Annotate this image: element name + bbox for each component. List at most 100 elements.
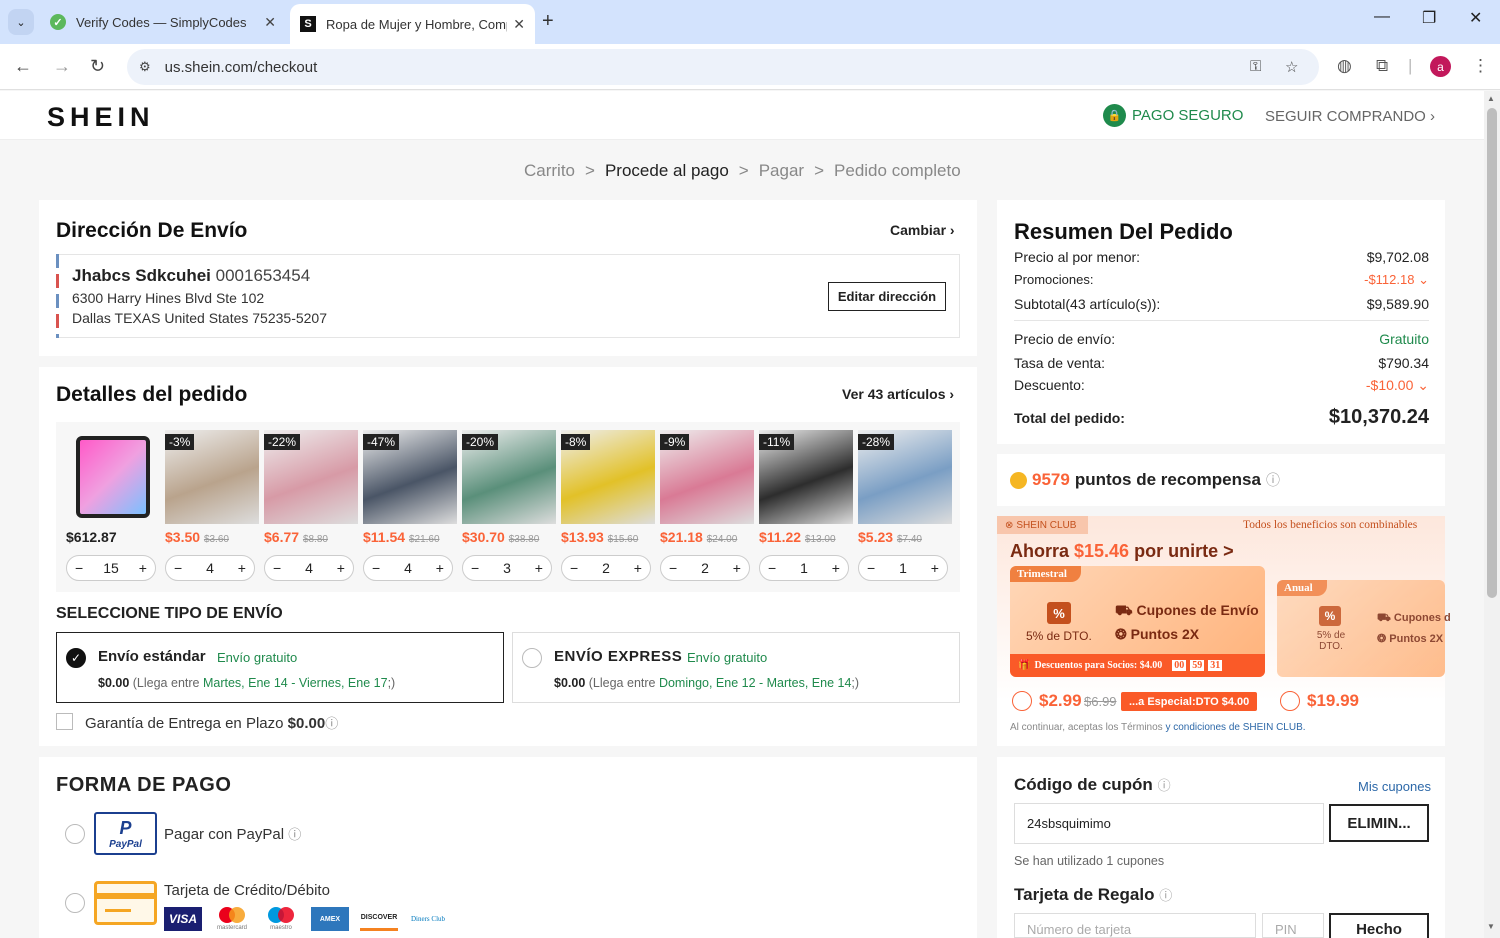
product-image[interactable]: -9%	[660, 430, 754, 524]
standard-shipping-option[interactable]: ✓ Envío estándar Envío gratuito $0.00 (L…	[56, 632, 504, 703]
plus-icon[interactable]: +	[238, 560, 246, 576]
quantity-value[interactable]: 1	[899, 560, 907, 576]
product-image[interactable]: -28%	[858, 430, 952, 524]
close-tab-icon[interactable]: ✕	[264, 14, 276, 31]
product-item[interactable]: -28% $5.23 $7.40	[858, 430, 952, 545]
plan1-radio[interactable]	[1012, 691, 1032, 711]
minus-icon[interactable]: −	[471, 560, 479, 576]
product-item[interactable]: $612.87	[66, 430, 160, 545]
product-item[interactable]: -8% $13.93 $15.60	[561, 430, 655, 545]
minus-icon[interactable]: −	[570, 560, 578, 576]
plus-icon[interactable]: +	[139, 560, 147, 576]
plus-icon[interactable]: +	[733, 560, 741, 576]
shein-logo[interactable]: SHEIN	[47, 102, 155, 133]
back-icon[interactable]: ←	[14, 56, 32, 77]
plus-icon[interactable]: +	[436, 560, 444, 576]
help-icon[interactable]: ⓘ	[325, 716, 338, 731]
product-item[interactable]: -22% $6.77 $8.80	[264, 430, 358, 545]
edit-address-button[interactable]: Editar dirección	[828, 282, 946, 311]
terms-link[interactable]: y condiciones de SHEIN CLUB.	[1165, 722, 1305, 733]
forward-icon[interactable]: →	[53, 56, 71, 77]
change-address-link[interactable]: Cambiar ›	[890, 222, 955, 238]
minus-icon[interactable]: −	[867, 560, 875, 576]
product-image[interactable]: -47%	[363, 430, 457, 524]
quantity-value[interactable]: 2	[602, 560, 610, 576]
product-item[interactable]: -9% $21.18 $24.00	[660, 430, 754, 545]
paypal-radio[interactable]	[65, 824, 85, 844]
scrollbar-thumb[interactable]	[1487, 108, 1497, 598]
guarantee-checkbox[interactable]	[56, 713, 73, 730]
plus-icon[interactable]: +	[931, 560, 939, 576]
new-tab-icon[interactable]: +	[542, 10, 554, 33]
quantity-value[interactable]: 1	[800, 560, 808, 576]
minus-icon[interactable]: −	[273, 560, 281, 576]
tab-search-button[interactable]: ⌄	[8, 9, 34, 35]
reload-icon[interactable]: ↻	[90, 56, 105, 77]
minus-icon[interactable]: −	[174, 560, 182, 576]
plus-icon[interactable]: +	[832, 560, 840, 576]
profile-avatar[interactable]: a	[1430, 56, 1451, 77]
continue-shopping-link[interactable]: SEGUIR COMPRANDO ›	[1265, 108, 1435, 125]
product-image[interactable]	[66, 430, 160, 524]
help-icon[interactable]: ⓘ	[1159, 888, 1172, 903]
minus-icon[interactable]: −	[669, 560, 677, 576]
coupon-input[interactable]: 24sbsquimimo	[1014, 803, 1324, 844]
scroll-up-arrow-icon[interactable]: ▲	[1487, 94, 1495, 103]
promo-value-wrap[interactable]: -$112.18 ⌄	[1364, 272, 1429, 288]
quantity-value[interactable]: 2	[701, 560, 709, 576]
plus-icon[interactable]: +	[634, 560, 642, 576]
plus-icon[interactable]: +	[535, 560, 543, 576]
product-price: $13.93 $15.60	[561, 529, 655, 545]
gift-card-done-button[interactable]: Hecho	[1329, 913, 1429, 938]
help-icon[interactable]: ⓘ	[1158, 778, 1171, 793]
quantity-value[interactable]: 4	[305, 560, 313, 576]
product-image[interactable]: -20%	[462, 430, 556, 524]
minus-icon[interactable]: −	[75, 560, 83, 576]
product-item[interactable]: -20% $30.70 $38.80	[462, 430, 556, 545]
url-bar[interactable]: ⚙ us.shein.com/checkout ⚿ ☆	[127, 49, 1319, 85]
product-image[interactable]: -11%	[759, 430, 853, 524]
view-all-items-link[interactable]: Ver 43 artículos ›	[842, 386, 954, 402]
password-key-icon[interactable]: ⚿	[1250, 58, 1261, 75]
translate-globe-icon[interactable]: ◍	[1337, 56, 1352, 76]
help-icon[interactable]: ⓘ	[288, 827, 301, 842]
gift-card-number-input[interactable]: Número de tarjeta	[1014, 913, 1256, 938]
product-image[interactable]: -22%	[264, 430, 358, 524]
menu-kebab-icon[interactable]: ⋮	[1472, 56, 1489, 76]
remove-coupon-button[interactable]: ELIMIN...	[1329, 804, 1429, 842]
bookmark-star-icon[interactable]: ☆	[1285, 58, 1298, 76]
scroll-down-arrow-icon[interactable]: ▼	[1487, 922, 1495, 931]
extensions-puzzle-icon[interactable]: ⧉	[1376, 56, 1388, 76]
quantity-value[interactable]: 4	[404, 560, 412, 576]
product-item[interactable]: -47% $11.54 $21.60	[363, 430, 457, 545]
total-row: Total del pedido: $10,370.24	[1014, 406, 1429, 429]
product-item[interactable]: -11% $11.22 $13.00	[759, 430, 853, 545]
help-icon[interactable]: ⓘ	[1266, 470, 1280, 490]
club-plan-annual[interactable]: Anual % 5% de DTO. ⛟ Cupones d ❂ Puntos …	[1277, 580, 1451, 677]
my-coupons-link[interactable]: Mis cupones	[1358, 779, 1431, 794]
crumb-cart[interactable]: Carrito	[524, 161, 575, 181]
minus-icon[interactable]: −	[768, 560, 776, 576]
club-save-link[interactable]: Ahorra $15.46 por unirte >	[1010, 541, 1234, 562]
product-image[interactable]: -3%	[165, 430, 259, 524]
product-item[interactable]: -3% $3.50 $3.60	[165, 430, 259, 545]
product-image[interactable]: -8%	[561, 430, 655, 524]
plus-icon[interactable]: +	[337, 560, 345, 576]
tab-simplycodes[interactable]: ✓ Verify Codes — SimplyCodes ✕	[40, 5, 286, 39]
gift-card-pin-input[interactable]: PIN	[1262, 913, 1324, 938]
tab-shein[interactable]: S Ropa de Mujer y Hombre, Compra ✕	[290, 4, 535, 44]
discount-value-wrap[interactable]: -$10.00 ⌄	[1366, 377, 1429, 394]
card-radio[interactable]	[65, 893, 85, 913]
quantity-value[interactable]: 4	[206, 560, 214, 576]
club-plan-quarterly[interactable]: Trimestral % 5% de DTO. ⛟ Cupones de Env…	[1010, 566, 1265, 677]
close-window-icon[interactable]: ✕	[1469, 8, 1482, 28]
plan2-radio[interactable]	[1280, 691, 1300, 711]
minimize-icon[interactable]: —	[1374, 8, 1390, 26]
minus-icon[interactable]: −	[372, 560, 380, 576]
close-tab-icon[interactable]: ✕	[513, 16, 525, 33]
quantity-value[interactable]: 15	[103, 560, 119, 576]
site-settings-icon[interactable]: ⚙	[139, 59, 151, 75]
maximize-icon[interactable]: ❐	[1422, 8, 1436, 28]
quantity-value[interactable]: 3	[503, 560, 511, 576]
express-shipping-option[interactable]: ENVÍO EXPRESS Envío gratuito $0.00 (Lleg…	[512, 632, 960, 703]
